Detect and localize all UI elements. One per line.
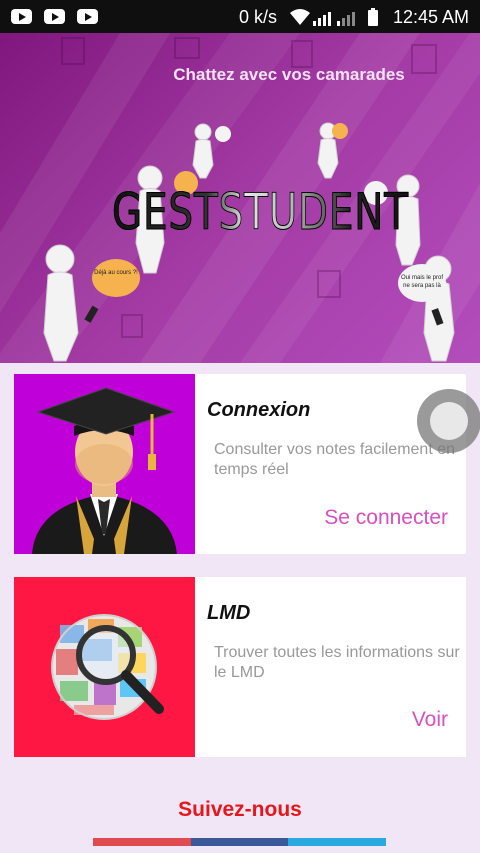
clock: 12:45 AM [392, 7, 469, 27]
youtube-icon [11, 9, 32, 24]
login-button[interactable]: Se connecter [324, 506, 448, 530]
network-speed: 0 k/s [239, 7, 278, 27]
social-link-1[interactable] [93, 838, 191, 846]
youtube-icon [77, 9, 98, 24]
app-logo-text: GESTSTUDENT [112, 183, 409, 242]
hero-banner: Déjà au cours ?! Oui mais le prof ne ser… [0, 33, 480, 363]
social-links-bar[interactable] [93, 838, 387, 846]
graduate-icon [14, 374, 195, 554]
chat-bubble: Oui mais le prof ne sera pas là [398, 264, 446, 302]
banner-caption: Chattez avec vos camarades [173, 65, 405, 84]
chat-bubble: Déjà au cours ?! [92, 259, 140, 297]
social-link-3[interactable] [288, 838, 387, 846]
magnifier-globe-icon [14, 577, 195, 757]
social-link-2[interactable] [190, 838, 289, 846]
login-card-image [14, 374, 195, 554]
youtube-icon [44, 9, 65, 24]
card-title: LMD [207, 602, 251, 624]
lmd-card-image [14, 577, 195, 757]
view-lmd-button[interactable]: Voir [412, 708, 448, 732]
follow-us-heading: Suivez-nous [178, 798, 302, 821]
signal-icon [313, 12, 331, 26]
login-card[interactable]: Connexion Consulter vos notes facilement… [14, 374, 466, 554]
status-bar: 0 k/s 12:45 AM [0, 0, 480, 33]
floating-touch-button[interactable] [417, 389, 480, 453]
card-title: Connexion [207, 399, 311, 421]
signal-icon [337, 12, 355, 26]
status-icons [290, 8, 378, 26]
wifi-icon [290, 9, 310, 25]
lmd-card[interactable]: LMD Trouver toutes les informations sur … [14, 577, 466, 757]
card-description: Consulter vos notes facilement en temps … [214, 441, 456, 478]
battery-icon [368, 8, 378, 26]
card-description: Trouver toutes les informations sur le L… [214, 644, 460, 681]
